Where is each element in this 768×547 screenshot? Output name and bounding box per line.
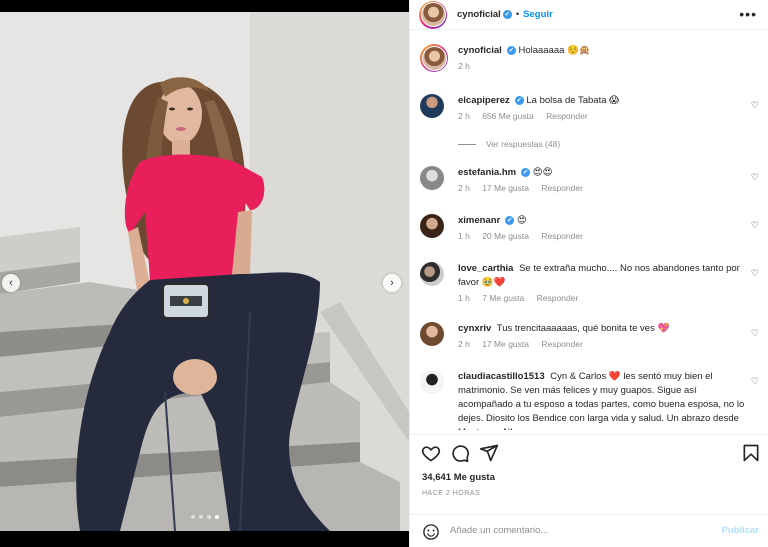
carousel-dot xyxy=(206,515,211,519)
author-username[interactable]: cynoficial xyxy=(457,9,501,20)
like-comment-icon[interactable]: ♡ xyxy=(751,268,759,279)
author-avatar[interactable] xyxy=(420,44,448,72)
reply-button[interactable]: Responder xyxy=(541,339,583,349)
caption-time: 2 h xyxy=(458,61,470,71)
commenter-avatar[interactable] xyxy=(420,94,444,118)
post-sidebar: cynoficial ✔ • Seguir ••• cynoficial ✔ Ho… xyxy=(409,0,768,547)
commenter-avatar[interactable] xyxy=(420,166,444,190)
add-comment-input[interactable]: Añade un comentario... xyxy=(450,525,548,536)
emoji-icon[interactable] xyxy=(422,523,440,541)
replies-divider xyxy=(458,143,476,145)
author-avatar[interactable] xyxy=(419,0,447,29)
share-send-icon[interactable] xyxy=(479,443,499,463)
comment-item: elcapiperez ✔ La bolsa de Tabata 😱 2 h 65… xyxy=(420,94,765,121)
comment-likes[interactable]: 656 Me gusta xyxy=(482,111,534,121)
reply-button[interactable]: Responder xyxy=(541,231,583,241)
carousel-dot xyxy=(198,515,203,519)
separator-dot: • xyxy=(515,9,520,20)
comment-username[interactable]: estefania.hm xyxy=(458,167,516,178)
comment-likes[interactable]: 17 Me gusta xyxy=(482,183,529,193)
comment-item: ximenanr ✔ 😍 1 h 20 Me gusta Responder ♡ xyxy=(420,214,765,241)
comment-text: La bolsa de Tabata 😱 xyxy=(526,95,620,106)
save-bookmark-icon[interactable] xyxy=(741,443,761,463)
comment-time: 1 h xyxy=(458,231,470,241)
comment-text: 😍😍 xyxy=(532,167,553,178)
post-actions xyxy=(410,434,768,470)
like-comment-icon[interactable]: ♡ xyxy=(751,328,759,339)
like-comment-icon[interactable]: ♡ xyxy=(751,220,759,231)
verified-icon: ✔ xyxy=(514,95,524,105)
verified-icon: ✔ xyxy=(521,167,531,177)
comment-likes[interactable]: 17 Me gusta xyxy=(482,339,529,349)
comment-item: claudiacastillo1513 Cyn & Carlos ❤️ les … xyxy=(420,370,765,430)
comment-item: estefania.hm ✔ 😍😍 2 h 17 Me gusta Respond… xyxy=(420,166,765,193)
commenter-avatar[interactable] xyxy=(420,262,444,286)
like-comment-icon[interactable]: ♡ xyxy=(751,100,759,111)
post-timestamp: HACE 2 HORAS xyxy=(422,490,481,497)
carousel-dot-active xyxy=(214,515,219,519)
reply-button[interactable]: Responder xyxy=(546,111,588,121)
like-comment-icon[interactable]: ♡ xyxy=(751,376,759,387)
comment-item: love_carthia Se te extraña mucho.... No … xyxy=(420,262,765,303)
chevron-left-icon: ‹ xyxy=(9,277,13,289)
next-image-button[interactable]: › xyxy=(383,274,401,292)
caption: cynoficial ✔ Holaaaaaa ☺️🙊 2 h xyxy=(420,44,765,72)
publish-button[interactable]: Publicar xyxy=(722,525,760,536)
view-replies-label: Ver respuestas (48) xyxy=(486,139,561,149)
like-comment-icon[interactable]: ♡ xyxy=(751,172,759,183)
comment-username[interactable]: elcapiperez xyxy=(458,95,510,106)
verified-icon: ✔ xyxy=(502,10,512,19)
carousel-indicator xyxy=(0,515,409,519)
comment-time: 2 h xyxy=(458,183,470,193)
comment-text: Tus trencitaaaaaas, qué bonita te ves 💖 xyxy=(496,323,670,334)
commenter-avatar[interactable] xyxy=(420,322,444,346)
follow-button[interactable]: Seguir xyxy=(523,9,553,20)
reply-button[interactable]: Responder xyxy=(537,293,579,303)
comment-likes[interactable]: 20 Me gusta xyxy=(482,231,529,241)
comment-username[interactable]: claudiacastillo1513 xyxy=(458,371,545,382)
comment-username[interactable]: cynxriv xyxy=(458,323,491,334)
comment-time: 2 h xyxy=(458,339,470,349)
post-header: cynoficial ✔ • Seguir ••• xyxy=(410,0,768,30)
comment-username[interactable]: ximenanr xyxy=(458,215,500,226)
comment-username[interactable]: love_carthia xyxy=(458,263,513,274)
post-image[interactable]: ‹ › xyxy=(0,12,409,531)
comment-bubble-icon[interactable] xyxy=(450,443,470,463)
chevron-right-icon: › xyxy=(390,277,394,289)
post-photo xyxy=(0,12,409,531)
add-comment-bar: Añade un comentario... Publicar xyxy=(410,514,768,547)
commenter-avatar[interactable] xyxy=(420,370,444,394)
comment-likes[interactable]: 7 Me gusta xyxy=(482,293,524,303)
like-heart-icon[interactable] xyxy=(421,443,441,463)
verified-icon: ✔ xyxy=(505,215,515,225)
more-options-icon[interactable]: ••• xyxy=(739,6,757,22)
view-replies-button[interactable]: Ver respuestas (48) xyxy=(458,139,560,149)
comment-text: 😍 xyxy=(516,215,527,226)
previous-image-button[interactable]: ‹ xyxy=(2,274,20,292)
comment-item: cynxriv Tus trencitaaaaaas, qué bonita t… xyxy=(420,322,765,349)
comment-time: 1 h xyxy=(458,293,470,303)
carousel-dot xyxy=(190,515,195,519)
likes-count[interactable]: 34,641 Me gusta xyxy=(422,472,495,483)
comment-time: 2 h xyxy=(458,111,470,121)
comments-list[interactable]: cynoficial ✔ Holaaaaaa ☺️🙊 2 h elcapipere… xyxy=(410,36,768,430)
verified-icon: ✔ xyxy=(506,45,516,55)
caption-text: Holaaaaaa ☺️🙊 xyxy=(518,45,591,56)
caption-username[interactable]: cynoficial xyxy=(458,45,502,56)
reply-button[interactable]: Responder xyxy=(541,183,583,193)
commenter-avatar[interactable] xyxy=(420,214,444,238)
